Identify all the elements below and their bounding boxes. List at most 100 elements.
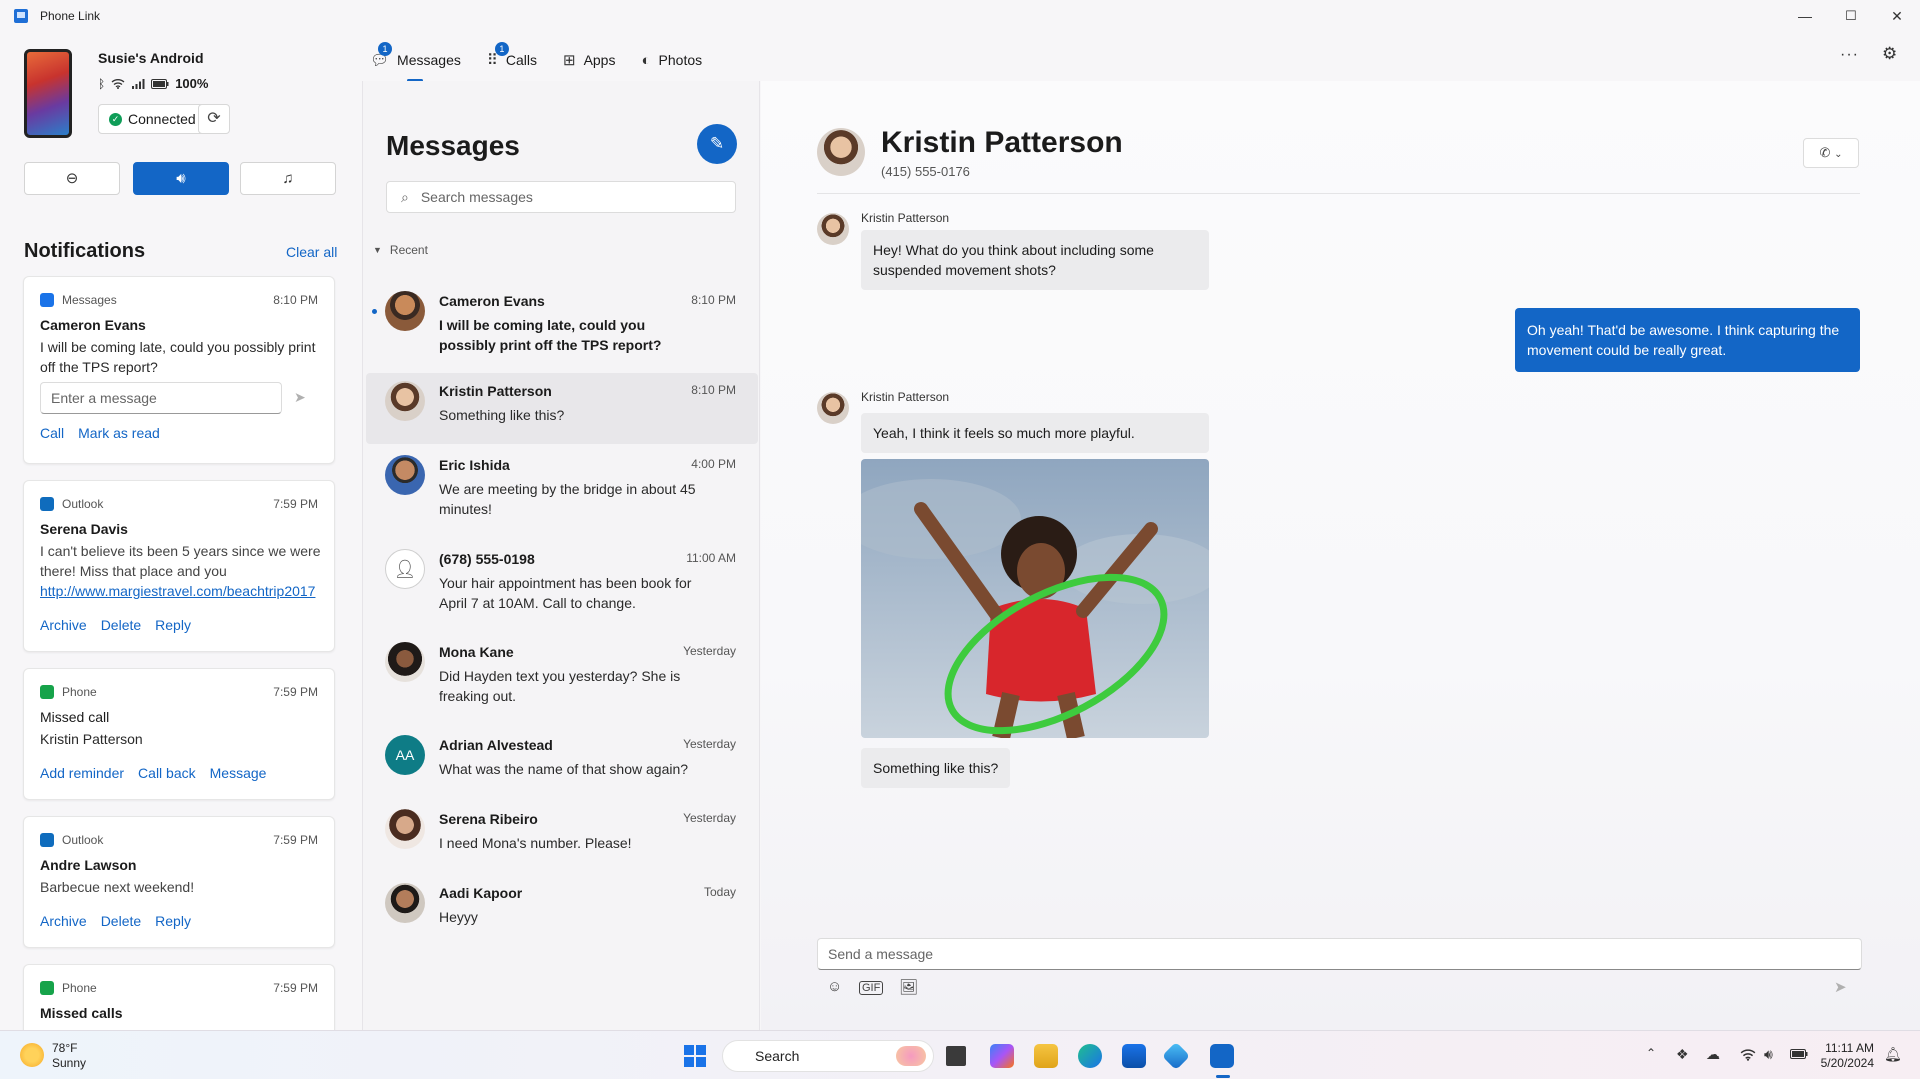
conversation-row[interactable]: Aadi Kapoor Today Heyyy [366, 875, 758, 946]
notification-app-name: Phone [62, 685, 97, 699]
notification-card[interactable]: Phone 7:59 PM Missed calls [23, 964, 335, 1030]
notification-time: 7:59 PM [273, 497, 318, 511]
outlook-app-icon [40, 833, 54, 847]
mark-as-read-link[interactable]: Mark as read [78, 425, 160, 441]
clear-all-link[interactable]: Clear all [286, 244, 337, 260]
more-options-button[interactable]: ··· [1840, 46, 1859, 64]
phone-link-taskbar-icon[interactable] [1210, 1044, 1234, 1068]
conversation-preview: We are meeting by the bridge in about 45… [439, 481, 696, 517]
avatar [385, 642, 425, 682]
new-message-button[interactable]: ✎ [697, 124, 737, 164]
tab-photos[interactable]: ◐ Photos [641, 42, 702, 78]
music-button[interactable]: ♫ [240, 162, 336, 195]
audio-button[interactable]: 🔊︎ [133, 162, 229, 195]
dropbox-icon[interactable]: ❖ [1676, 1046, 1689, 1063]
task-view-icon[interactable] [946, 1046, 966, 1066]
emoji-icon[interactable]: ☺ [827, 978, 842, 995]
archive-link[interactable]: Archive [40, 617, 87, 633]
do-not-disturb-button[interactable]: ⊖ [24, 162, 120, 195]
notification-actions: Archive Delete Reply [40, 617, 191, 633]
speaker-icon: 🔊︎ [176, 170, 186, 187]
battery-icon[interactable] [1790, 1049, 1808, 1059]
phone-icon: ✆ [1819, 145, 1831, 160]
wifi-icon[interactable] [1740, 1048, 1756, 1061]
start-button[interactable] [684, 1045, 706, 1067]
notification-card[interactable]: Outlook 7:59 PM Andre Lawson Barbecue ne… [23, 816, 335, 948]
delete-link[interactable]: Delete [101, 913, 141, 929]
conversation-pane: Kristin Patterson (415) 555-0176 ✆ ⌄ Kri… [761, 81, 1920, 1030]
call-back-link[interactable]: Call back [138, 765, 196, 781]
notification-sender: Serena Davis [40, 521, 128, 537]
send-icon[interactable]: ➤ [1834, 978, 1847, 996]
clock[interactable]: 11:11 AM 5/20/2024 [1808, 1041, 1874, 1071]
reply-link[interactable]: Reply [155, 617, 191, 633]
notification-text: I can't believe its been 5 years since w… [40, 543, 321, 579]
notification-bell-icon[interactable]: 🔔︎ [1884, 1046, 1902, 1063]
incoming-message: Hey! What do you think about including s… [861, 230, 1209, 290]
message-sender: Kristin Patterson [861, 390, 950, 404]
conversation-name: Aadi Kapoor [439, 885, 523, 901]
reply-link[interactable]: Reply [155, 913, 191, 929]
notification-card[interactable]: Phone 7:59 PM Missed call Kristin Patter… [23, 668, 335, 800]
conversation-preview: Heyyy [439, 909, 478, 925]
avatar: AA [385, 735, 425, 775]
conversation-row[interactable]: Cameron Evans 8:10 PM I will be coming l… [366, 283, 758, 369]
incoming-message: Yeah, I think it feels so much more play… [861, 413, 1209, 453]
copilot-icon[interactable] [990, 1044, 1014, 1068]
notification-link[interactable]: http://www.margiestravel.com/beachtrip20… [40, 583, 315, 599]
conversation-row[interactable]: Serena Ribeiro Yesterday I need Mona's n… [366, 801, 758, 872]
message-link[interactable]: Message [210, 765, 267, 781]
edge-icon[interactable] [1078, 1044, 1102, 1068]
file-explorer-icon[interactable] [1034, 1044, 1058, 1068]
onedrive-icon[interactable]: ☁ [1706, 1046, 1720, 1063]
volume-icon[interactable]: 🔊︎ [1764, 1046, 1773, 1063]
notification-card[interactable]: Messages 8:10 PM Cameron Evans I will be… [23, 276, 335, 464]
gif-icon[interactable]: GIF [859, 981, 884, 995]
search-messages-input[interactable]: ⌕ Search messages [386, 181, 736, 213]
minimize-button[interactable]: — [1782, 0, 1828, 32]
call-link[interactable]: Call [40, 425, 64, 441]
notification-reply-input[interactable]: Enter a message [40, 382, 282, 414]
maximize-button[interactable]: ☐ [1828, 0, 1874, 32]
conversation-row-selected[interactable]: Kristin Patterson 8:10 PM Something like… [366, 373, 758, 444]
refresh-button[interactable]: ⟳ [198, 104, 230, 134]
add-reminder-link[interactable]: Add reminder [40, 765, 124, 781]
close-button[interactable]: ✕ [1874, 0, 1920, 32]
conversation-name: Eric Ishida [439, 457, 510, 473]
device-status: ᛒ 100% [98, 76, 208, 91]
call-contact-button[interactable]: ✆ ⌄ [1803, 138, 1859, 168]
settings-gear-icon[interactable]: ⚙ [1882, 44, 1897, 64]
dev-app-icon[interactable] [1161, 1041, 1191, 1071]
notifications-heading: Notifications [24, 240, 146, 262]
messages-app-icon [40, 293, 54, 307]
notification-card[interactable]: Outlook 7:59 PM Serena Davis I can't bel… [23, 480, 335, 652]
chevron-up-icon[interactable]: ⌃ [1646, 1046, 1656, 1060]
notification-app: Phone [40, 685, 97, 699]
tab-calls[interactable]: ⠿ 1 Calls [487, 42, 537, 78]
delete-link[interactable]: Delete [101, 617, 141, 633]
conversation-row[interactable]: 👤︎ (678) 555-0198 11:00 AM Your hair app… [366, 541, 758, 627]
conversation-preview: Did Hayden text you yesterday? She is fr… [439, 668, 681, 704]
conversation-name: Mona Kane [439, 644, 514, 660]
photos-icon: ◐ [641, 51, 651, 69]
clock-date: 5/20/2024 [1820, 1056, 1874, 1070]
notification-app-name: Phone [62, 981, 97, 995]
conversation-row[interactable]: AA Adrian Alvestead Yesterday What was t… [366, 727, 758, 798]
tab-label: Calls [505, 52, 537, 68]
sun-icon[interactable] [20, 1043, 44, 1067]
store-icon[interactable] [1122, 1044, 1146, 1068]
image-attach-icon[interactable]: 🖼︎ [899, 978, 918, 996]
send-message-input[interactable]: Send a message [817, 938, 1862, 970]
archive-link[interactable]: Archive [40, 913, 87, 929]
tab-messages[interactable]: 💬︎ 1 Messages [370, 42, 461, 82]
conversation-name: Cameron Evans [439, 293, 545, 309]
tab-apps[interactable]: ⊞ Apps [563, 42, 616, 78]
conversation-row[interactable]: Mona Kane Yesterday Did Hayden text you … [366, 634, 758, 720]
recent-section-header[interactable]: ▼ Recent [373, 243, 428, 257]
person-icon: 👤︎ [393, 559, 417, 579]
conversation-row[interactable]: Eric Ishida 4:00 PM We are meeting by th… [366, 447, 758, 533]
send-icon[interactable]: ➤ [294, 389, 306, 406]
weather-widget[interactable]: 78°F Sunny [52, 1041, 86, 1071]
connection-label: Connected [128, 111, 196, 127]
shared-photo[interactable] [861, 459, 1209, 738]
